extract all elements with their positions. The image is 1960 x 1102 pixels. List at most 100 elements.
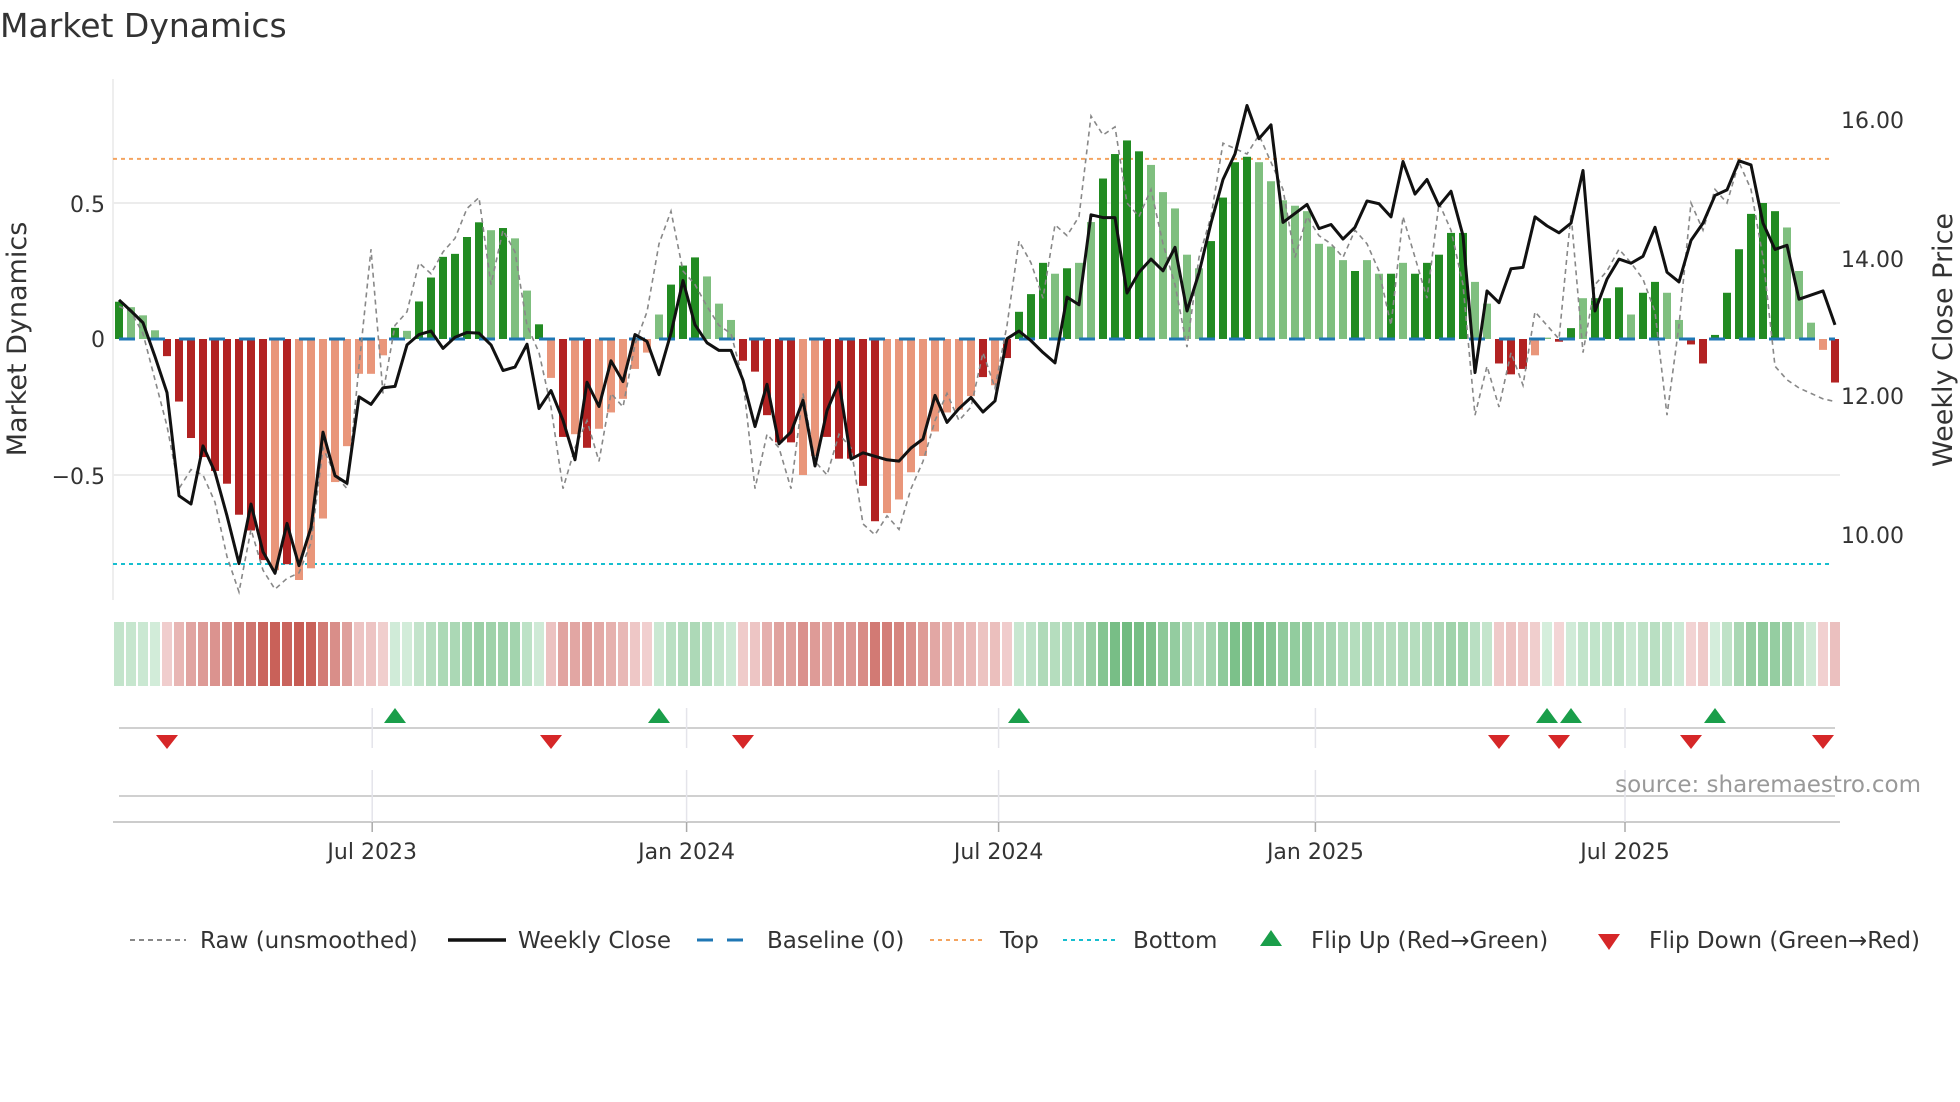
bar (235, 339, 243, 515)
heatmap-cell (918, 622, 928, 686)
heatmap-cell (714, 622, 724, 686)
legend-top-label: Top (999, 928, 1039, 954)
bar (955, 339, 963, 410)
heatmap-cell (438, 622, 448, 686)
heatmap-cell (1086, 622, 1096, 686)
flip-down-marker (540, 735, 562, 749)
bar (967, 339, 975, 397)
heatmap-cell (1002, 622, 1012, 686)
y-tick-label: −0.5 (52, 465, 105, 490)
gridlines (112, 79, 1840, 832)
y-tick-label: 0 (91, 328, 105, 353)
bar (1435, 254, 1443, 339)
bar (1615, 287, 1623, 339)
heatmap-cell (222, 622, 232, 686)
bar (1027, 294, 1035, 339)
bar (1111, 154, 1119, 339)
x-tick-label: Jan 2025 (1265, 840, 1364, 865)
heatmap-cell (546, 622, 556, 686)
bar (1291, 205, 1299, 339)
heatmap-cell (450, 622, 460, 686)
heatmap-cell (1242, 622, 1252, 686)
heatmap-cell (1122, 622, 1132, 686)
heatmap-cell (1470, 622, 1480, 686)
heatmap-cell (1302, 622, 1312, 686)
heatmap-cell (594, 622, 604, 686)
heatmap-cell (582, 622, 592, 686)
heatmap-cell (666, 622, 676, 686)
heatmap-cell (1674, 622, 1684, 686)
heatmap-cell (1050, 622, 1060, 686)
bar (511, 238, 519, 339)
heatmap-cell (1014, 622, 1024, 686)
legend-flip-up-label: Flip Up (Red→Green) (1311, 928, 1548, 954)
heatmap-cell (558, 622, 568, 686)
heatmap-cell (126, 622, 136, 686)
bar (535, 324, 543, 339)
bar (451, 253, 459, 339)
heatmap-cell (1290, 622, 1300, 686)
bar (1699, 339, 1707, 364)
heatmap-cell (786, 622, 796, 686)
heatmap-cell (1218, 622, 1228, 686)
heatmap-cell (1638, 622, 1648, 686)
chart-canvas: 0.5 0 −0.5 16.00 14.00 12.00 10.00 Marke… (2, 79, 1959, 954)
bar (931, 339, 939, 432)
heatmap-cell (510, 622, 520, 686)
heatmap-cell (1494, 622, 1504, 686)
bar (475, 222, 483, 339)
heatmap-cell (906, 622, 916, 686)
heatmap-cell (462, 622, 472, 686)
heatmap-cell (1626, 622, 1636, 686)
x-tick-label: Jul 2023 (325, 840, 417, 865)
heatmap-cell (642, 622, 652, 686)
bar (979, 339, 987, 378)
bar (367, 339, 375, 374)
legend-raw-label: Raw (unsmoothed) (200, 928, 418, 954)
heatmap-cell (1134, 622, 1144, 686)
bar (1123, 140, 1131, 339)
bar (751, 339, 759, 372)
bar (1567, 328, 1575, 339)
heatmap-cell (1578, 622, 1588, 686)
heatmap-cell (1554, 622, 1564, 686)
heatmap-cell (1074, 622, 1084, 686)
heatmap-cell (1386, 622, 1396, 686)
heatmap-cell (162, 622, 172, 686)
heatmap-cell (294, 622, 304, 686)
bar (1219, 197, 1227, 339)
bar (883, 339, 891, 514)
heatmap-cell (1170, 622, 1180, 686)
heatmap-cell (1530, 622, 1540, 686)
bar (595, 339, 603, 429)
bar (247, 339, 255, 531)
bar (1603, 298, 1611, 339)
bar (1411, 273, 1419, 339)
heatmap-cell (1266, 622, 1276, 686)
bar (1675, 319, 1683, 339)
heatmap-cell (1230, 622, 1240, 686)
heatmap-cell (690, 622, 700, 686)
heatmap-cell (1398, 622, 1408, 686)
heatmap-cell (474, 622, 484, 686)
flip-up-marker (648, 708, 670, 723)
heatmap-cell (762, 622, 772, 686)
bar (1231, 162, 1239, 339)
heatmap-cell (1422, 622, 1432, 686)
heatmap-cell (1326, 622, 1336, 686)
heatmap-cell (798, 622, 808, 686)
bar (1327, 246, 1335, 339)
heatmap-cell (978, 622, 988, 686)
flip-down-marker (1680, 735, 1702, 749)
legend-bottom-label: Bottom (1133, 928, 1217, 954)
heatmap-cell (1590, 622, 1600, 686)
bar (655, 314, 663, 339)
heatmap-cell (990, 622, 1000, 686)
y2-tick-label: 16.00 (1841, 109, 1904, 134)
bar (463, 237, 471, 339)
x-tick-label: Jul 2025 (1578, 840, 1670, 865)
heatmap-cell (246, 622, 256, 686)
bar (1255, 162, 1263, 339)
heatmap-cell (1158, 622, 1168, 686)
weekly-close-line (117, 103, 1837, 575)
